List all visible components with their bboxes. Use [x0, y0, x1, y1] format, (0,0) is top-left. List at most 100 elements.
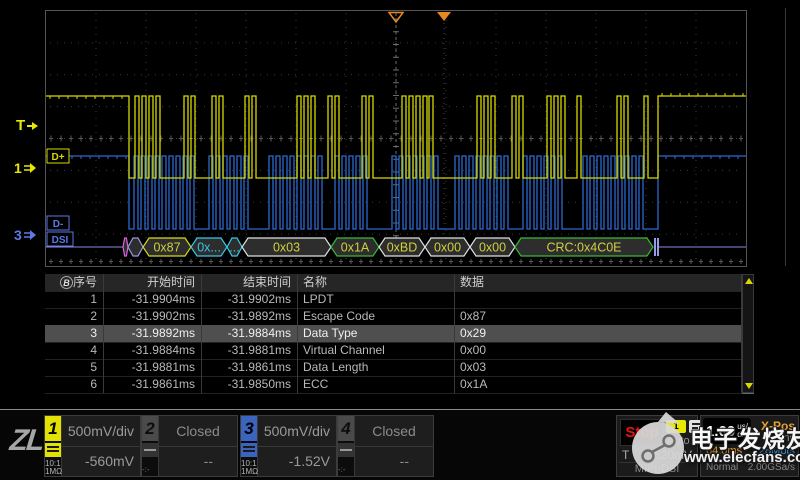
coupling-icon	[338, 443, 354, 457]
table-row[interactable]: 3-31.9892ms-31.9884msData Type0x29	[45, 325, 742, 343]
table-scrollbar[interactable]	[742, 274, 754, 393]
table-cell: -31.9884ms	[104, 342, 202, 359]
scroll-down-icon[interactable]	[745, 383, 753, 389]
table-cell: 4	[45, 342, 104, 359]
table-cell: -31.9881ms	[202, 342, 298, 359]
channel1-offset: -560mV	[62, 447, 140, 477]
table-cell: 1	[45, 291, 104, 308]
table-cell: ECC	[298, 376, 455, 393]
channel4-mini: 4 -:-	[338, 416, 355, 476]
coupling-icon	[241, 443, 257, 457]
table-cell: 0x03	[455, 359, 742, 376]
table-cell: Virtual Channel	[298, 342, 455, 359]
channel3-marker-label: 3	[14, 227, 22, 243]
decode-frame-value: 0x00	[479, 241, 506, 255]
arrow-right-icon	[24, 230, 37, 240]
channel2-mini: 2 -:-	[142, 416, 159, 476]
timebase-panel[interactable]: 1.00 us/div X-Pos -940ns 64.0ms 128Mpts …	[700, 415, 799, 477]
table-cell: -31.9904ms	[104, 291, 202, 308]
table-row[interactable]: 4-31.9884ms-31.9881msVirtual Channel0x00	[45, 342, 742, 360]
sample-rate: 2.00GSa/s	[748, 462, 795, 473]
channel3-scale: 500mV/div	[258, 416, 336, 447]
trigger-source-badge[interactable]: 1	[666, 420, 686, 433]
bus-label: DSI	[52, 235, 69, 246]
dplus-label: D+	[51, 152, 64, 163]
table-row[interactable]: 6-31.9861ms-31.9850msECC0x1A	[45, 376, 742, 394]
channel1-marker-label: 1	[14, 160, 22, 176]
table-cell: -31.9861ms	[202, 359, 298, 376]
trigger-level-marker[interactable]: T	[16, 117, 39, 134]
table-header: B序号开始时间结束时间名称数据	[45, 274, 742, 292]
channel4-panel[interactable]: 4 -:- Closed --	[337, 415, 434, 477]
trigger-level-label: T	[16, 117, 25, 134]
scroll-up-icon[interactable]	[745, 278, 753, 284]
channel1-mini: 1 10:1 1MΩ	[45, 416, 62, 476]
channel-extra: -:-	[142, 465, 158, 476]
channel4-offset: --	[355, 447, 433, 477]
run-state-badge[interactable]: Stop	[620, 419, 664, 446]
table-cell: 6	[45, 376, 104, 393]
coupling-icon	[142, 443, 158, 457]
record-points: 128Mpts	[753, 445, 795, 457]
timebase-unit: us/div	[737, 423, 748, 439]
table-row[interactable]: 2-31.9902ms-31.9892msEscape Code0x87	[45, 308, 742, 326]
dminus-label: D-	[53, 219, 64, 230]
table-cell: -31.9892ms	[104, 325, 202, 342]
channel1-position-marker[interactable]: 1	[14, 160, 37, 176]
decode-frame-value: 0x00	[434, 241, 461, 255]
xpos-label: X-Pos	[761, 419, 795, 433]
table-cell: -31.9884ms	[202, 325, 298, 342]
decode-frame-value: 0xBD	[387, 241, 418, 255]
channel2-offset: --	[159, 447, 237, 477]
trigger-level-label: T	[622, 448, 629, 462]
decode-event-table[interactable]: B序号开始时间结束时间名称数据1-31.9904ms-31.9902msLPDT…	[45, 274, 754, 394]
trigger-sweep-mode[interactable]: Auto	[667, 435, 690, 447]
table-cell: -31.9902ms	[202, 291, 298, 308]
waveform-display: 0x870x......0x030x1A0xBD0x000x00CRC:0x4C…	[45, 10, 747, 267]
channel3-position-marker[interactable]: 3	[14, 227, 37, 243]
table-cell: 0x1A	[455, 376, 742, 393]
table-cell: -31.9881ms	[104, 359, 202, 376]
decode-frame-value: 0x03	[273, 241, 300, 255]
table-cell: Data Length	[298, 359, 455, 376]
channel2-badge[interactable]: 2	[142, 416, 158, 441]
record-time: 64.0ms	[706, 445, 742, 457]
probe-ratio: 10:1 1MΩ	[241, 457, 257, 476]
arrow-right-icon	[24, 163, 37, 173]
channel1-values: 500mV/div -560mV	[62, 416, 140, 476]
table-cell: LPDT	[298, 291, 455, 308]
table-cell: 0x29	[455, 325, 742, 342]
xpos-value[interactable]: -940ns	[761, 432, 795, 444]
trigger-protocol[interactable]: MIPI-DSI	[617, 463, 697, 475]
table-cell: 数据	[455, 274, 742, 291]
trigger-panel[interactable]: Stop 1 Auto T 620mV MIPI-DSI	[616, 415, 698, 477]
channel-extra: -:-	[338, 465, 354, 476]
status-bar: ZLG® 1 10:1 1MΩ 500mV/div -560mV 2 -:- C…	[0, 410, 800, 480]
channel1-panel[interactable]: 1 10:1 1MΩ 500mV/div -560mV	[44, 415, 141, 477]
table-cell: -31.9902ms	[104, 308, 202, 325]
table-cell: -31.9850ms	[202, 376, 298, 393]
decode-frame-value: 0x87	[153, 241, 180, 255]
channel3-mini: 3 10:1 1MΩ	[241, 416, 258, 476]
table-cell: 结束时间	[202, 274, 298, 291]
delay-position-marker[interactable]	[437, 12, 451, 21]
trigger-level-value[interactable]: 620mV	[637, 448, 692, 462]
table-row[interactable]: 5-31.9881ms-31.9861msData Length0x03	[45, 359, 742, 377]
decode-frame-value: 0x...	[197, 241, 221, 255]
table-cell: -31.9892ms	[202, 308, 298, 325]
channel3-panel[interactable]: 3 10:1 1MΩ 500mV/div -1.52V	[240, 415, 337, 477]
timebase-scale-box[interactable]: 1.00 us/div	[703, 418, 751, 444]
channel2-values: Closed --	[159, 416, 237, 476]
channel4-scale: Closed	[355, 416, 433, 447]
channel2-panel[interactable]: 2 -:- Closed --	[141, 415, 238, 477]
channel1-badge[interactable]: 1	[45, 416, 61, 441]
table-cell: Escape Code	[298, 308, 455, 325]
channel4-values: Closed --	[355, 416, 433, 476]
decode-frame-value: CRC:0x4C0E	[546, 241, 621, 255]
decode-frame	[128, 238, 143, 256]
right-edge-divider	[785, 8, 786, 266]
channel3-badge[interactable]: 3	[241, 416, 257, 441]
timebase-scale: 1.00	[706, 423, 735, 440]
table-row[interactable]: 1-31.9904ms-31.9902msLPDT	[45, 291, 742, 309]
channel4-badge[interactable]: 4	[338, 416, 354, 441]
